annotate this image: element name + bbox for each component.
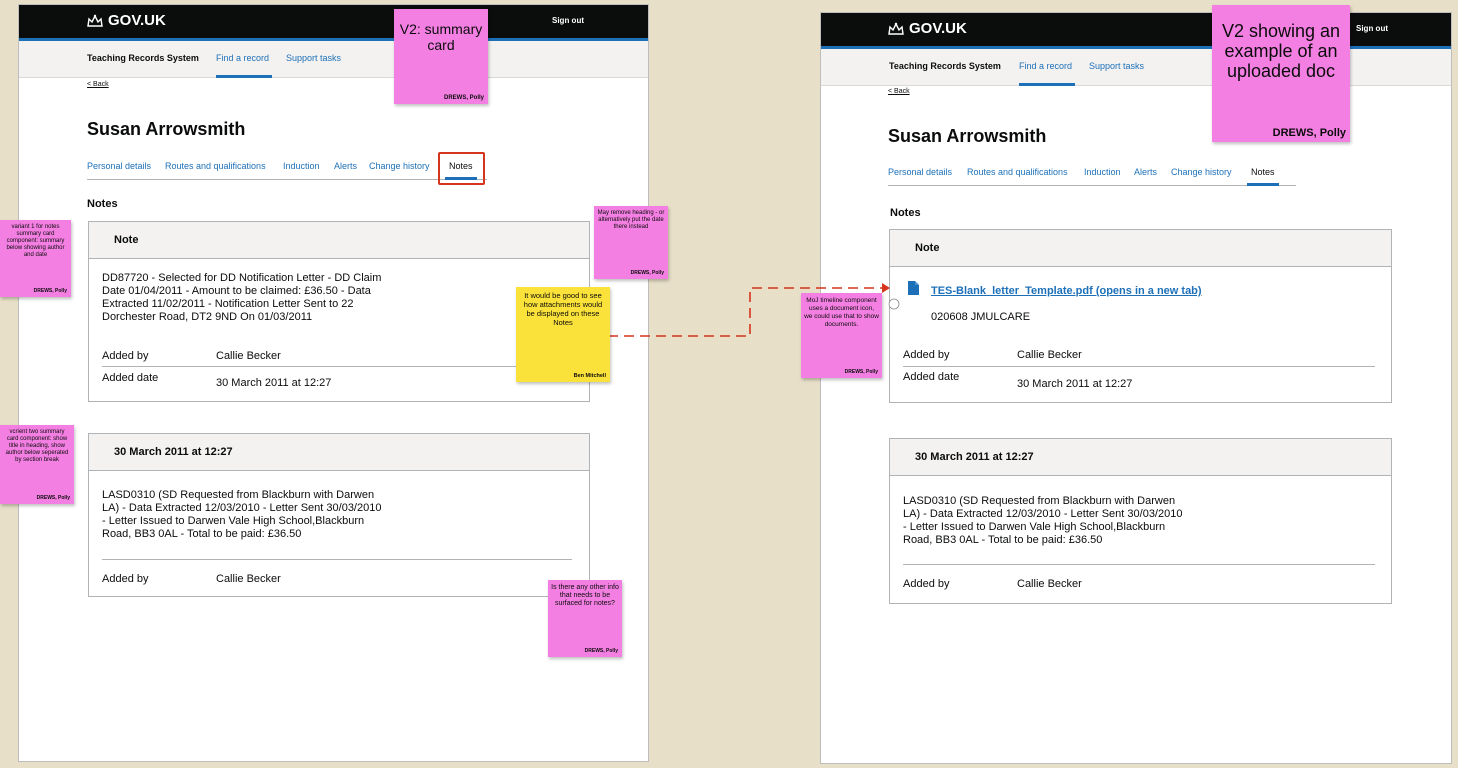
sticky-note-moj-timeline[interactable]: MoJ timeline component uses a document i… <box>801 293 882 378</box>
sticky-author: DREWS, Polly <box>33 288 67 294</box>
sticky-author: DREWS, Polly <box>36 495 70 501</box>
sticky-note-v2-uploaded-doc[interactable]: V2 showing an example of an uploaded doc… <box>1212 5 1350 142</box>
sticky-text: MoJ timeline component uses a document i… <box>804 297 879 328</box>
sticky-author: DREWS, Polly <box>584 648 618 654</box>
sticky-author: DREWS, Polly <box>443 95 484 101</box>
sticky-text: vcrient two summary card component: show… <box>5 429 69 463</box>
sticky-text: V2 showing an example of an uploaded doc <box>1221 21 1341 81</box>
sticky-note-v2-summary[interactable]: V2: summary card DREWS, Polly <box>394 9 488 104</box>
sticky-text: It would be good to see how attachments … <box>523 291 603 327</box>
sticky-text: V2: summary card <box>399 21 483 53</box>
sticky-note-remove-heading[interactable]: May remove heading - or alternatively pu… <box>594 206 668 279</box>
sticky-note-other-info[interactable]: Is there any other info that needs to be… <box>548 580 622 657</box>
sticky-text: variant 1 for notes summary card compone… <box>6 224 65 258</box>
sticky-note-variant-two[interactable]: vcrient two summary card component: show… <box>0 425 74 504</box>
sticky-author: DREWS, Polly <box>630 270 664 276</box>
sticky-note-variant-one[interactable]: variant 1 for notes summary card compone… <box>0 220 71 297</box>
sticky-text: May remove heading - or alternatively pu… <box>597 210 665 230</box>
sticky-author: Ben Mitchell <box>573 373 606 379</box>
sticky-author: DREWS, Polly <box>1272 127 1346 139</box>
sticky-author: DREWS, Polly <box>844 369 878 375</box>
sticky-note-attachments[interactable]: It would be good to see how attachments … <box>516 287 610 382</box>
sticky-text: Is there any other info that needs to be… <box>551 584 619 607</box>
